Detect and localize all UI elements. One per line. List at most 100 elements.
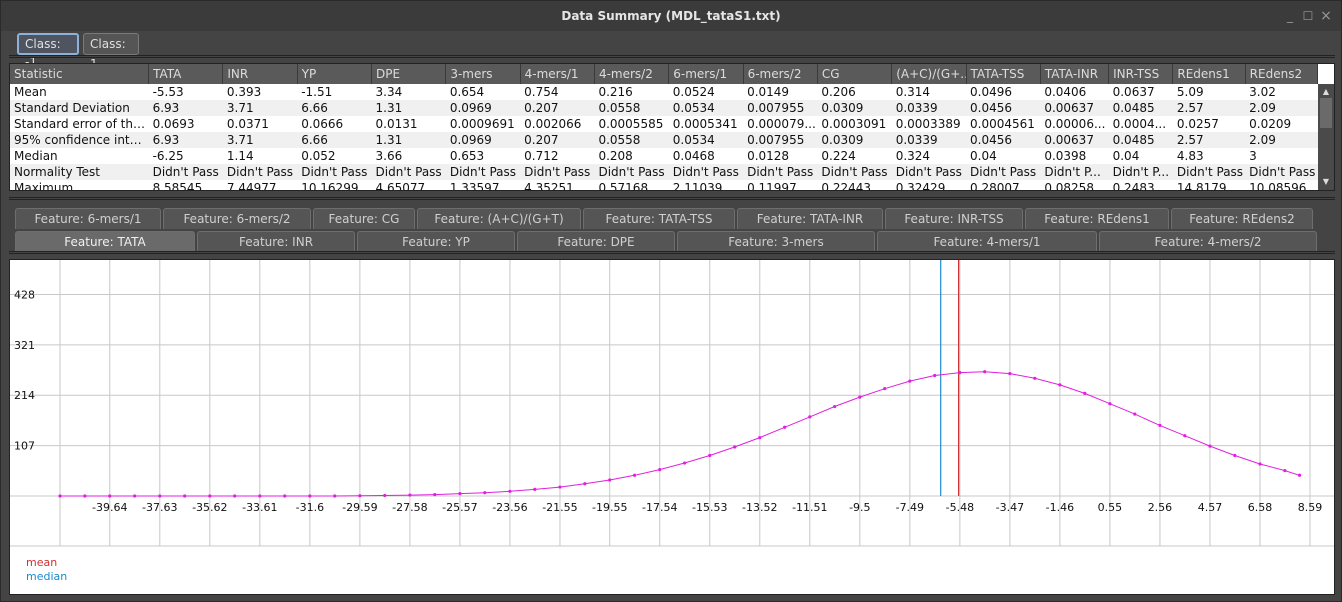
tab-feature-4-mers-2[interactable]: Feature: 4-mers/2: [1099, 231, 1317, 252]
curve-point: [758, 436, 762, 440]
y-tick-label: 321: [14, 339, 35, 352]
tab-feature-redens1[interactable]: Feature: REdens1: [1025, 208, 1169, 229]
curve-point: [383, 493, 387, 498]
x-tick-label: 8.59: [1298, 501, 1323, 514]
column-header[interactable]: (A+C)/(G+...: [891, 64, 967, 84]
table-row[interactable]: Maximum 8.58545 7.44977 10.16299 4.65077 1.33…: [10, 180, 1318, 191]
column-header[interactable]: CG: [817, 64, 893, 84]
curve-point: [1297, 473, 1302, 477]
value-cell: 0.000079...: [747, 117, 816, 131]
table-row[interactable]: Normality Test Didn't Pass Didn't Pass Didn…: [10, 164, 1318, 180]
value-cell: 0.393: [226, 85, 262, 99]
tab-feature-yp[interactable]: Feature: YP: [357, 231, 515, 252]
curve-point: [1233, 453, 1237, 458]
distribution-chart-panel: 107 214 321 428 -39.64 -37.63 -35.62 -33.61 -31.…: [9, 259, 1335, 595]
column-header[interactable]: REdens2: [1245, 64, 1319, 84]
value-cell: 3.71: [222, 132, 298, 148]
column-header[interactable]: 6-mers/2: [743, 64, 818, 84]
minimize-icon[interactable]: _: [1283, 9, 1297, 23]
tab-feature-6-mers-1[interactable]: Feature: 6-mers/1: [15, 208, 161, 229]
value-cell: 0.0969: [445, 100, 521, 116]
x-tick-label: -31.6: [296, 501, 324, 514]
x-tick-label: -1.46: [1046, 501, 1074, 514]
divider: [9, 251, 1335, 254]
value-cell: 0.712: [524, 149, 559, 163]
value-cell: 1.31: [371, 100, 446, 116]
table-row[interactable]: 95% confidence inter... 6.93 3.71 6.66 1.31 0…: [10, 132, 1318, 148]
column-header[interactable]: Statistic: [10, 64, 150, 84]
column-header[interactable]: TATA-TSS: [966, 64, 1041, 84]
curve-point: [783, 425, 787, 429]
tab-feature-tata-inr[interactable]: Feature: TATA-INR: [737, 208, 883, 229]
x-tick-label: -7.49: [896, 501, 924, 514]
tab-feature-6-mers-2[interactable]: Feature: 6-mers/2: [163, 208, 311, 229]
tab-feature-tata-tss[interactable]: Feature: TATA-TSS: [583, 208, 735, 229]
table-row[interactable]: Median -6.25 1.14 0.052 3.66 0.653 0.712 0.208 0…: [10, 148, 1318, 164]
table-scrollbar[interactable]: ▲ ▼: [1318, 84, 1334, 190]
curve-point: [108, 494, 112, 498]
x-tick-label: -35.62: [192, 501, 227, 514]
column-header[interactable]: REdens1: [1172, 64, 1246, 84]
divider: [9, 55, 1335, 58]
value-cell: Didn't Pass: [817, 164, 892, 180]
column-header[interactable]: DPE: [371, 64, 447, 84]
value-cell: 4.83: [1176, 149, 1204, 163]
value-cell: 3: [1249, 149, 1257, 163]
column-header[interactable]: INR: [222, 64, 298, 84]
curve-point: [358, 494, 362, 498]
column-header[interactable]: TATA: [148, 64, 224, 84]
x-tick-label: -3.47: [996, 501, 1024, 514]
maximize-icon[interactable]: ☐: [1301, 9, 1315, 23]
divider: [9, 197, 1335, 200]
value-cell: 0.0558: [594, 132, 669, 148]
scroll-up-icon[interactable]: ▲: [1318, 86, 1334, 98]
value-cell: 0.0456: [966, 100, 1041, 116]
scroll-down-icon[interactable]: ▼: [1318, 176, 1334, 188]
x-tick-label: 6.58: [1248, 501, 1273, 514]
value-cell: 0.2483: [1112, 181, 1155, 191]
table-row[interactable]: Standard error of the... 0.0693 0.0371 0.06…: [10, 116, 1318, 132]
curve-point: [1183, 434, 1187, 438]
tab-feature-inr[interactable]: Feature: INR: [197, 231, 355, 252]
tab-feature-cg[interactable]: Feature: CG: [313, 208, 415, 229]
tab-feature-dpe[interactable]: Feature: DPE: [517, 231, 675, 252]
value-cell: 0.0468: [672, 149, 715, 163]
value-cell: Didn't Pass: [520, 164, 595, 180]
value-cell: Didn't P...: [1108, 164, 1173, 180]
value-cell: 0.0456: [966, 132, 1041, 148]
column-header[interactable]: YP: [297, 64, 373, 84]
value-cell: 0.57168: [598, 181, 649, 191]
x-tick-label: -21.55: [542, 501, 577, 514]
y-tick-label: 428: [14, 288, 35, 301]
tab-class-minus1[interactable]: Class: -1: [17, 33, 79, 69]
close-icon[interactable]: ×: [1319, 9, 1333, 23]
table-row[interactable]: Standard Deviation 6.93 3.71 6.66 1.31 0.0969…: [10, 100, 1318, 116]
curve-point: [1058, 383, 1062, 387]
column-header[interactable]: 4-mers/2: [594, 64, 670, 84]
value-cell: 0.754: [524, 85, 559, 99]
value-cell: 0.0209: [1249, 117, 1292, 131]
column-header[interactable]: TATA-INR: [1040, 64, 1110, 84]
title-bar[interactable]: Data Summary (MDL_tataS1.txt) _ ☐ ×: [1, 1, 1341, 31]
tab-feature-3-mers[interactable]: Feature: 3-mers: [677, 231, 875, 252]
tab-feature-redens2[interactable]: Feature: REdens2: [1171, 208, 1313, 229]
tab-feature-inr-tss[interactable]: Feature: INR-TSS: [885, 208, 1023, 229]
column-header[interactable]: INR-TSS: [1108, 64, 1174, 84]
x-tick-label: 2.56: [1148, 501, 1173, 514]
x-tick-label: -39.64: [92, 501, 127, 514]
value-cell: 0.216: [598, 85, 633, 99]
tab-feature-4-mers-1[interactable]: Feature: 4-mers/1: [877, 231, 1097, 252]
table-row[interactable]: Mean -5.53 0.393 -1.51 3.34 0.654 0.754 0.216 0.…: [10, 84, 1318, 100]
curve-point: [983, 370, 987, 374]
tab-feature-a-c-g-t-[interactable]: Feature: (A+C)/(G+T): [417, 208, 581, 229]
column-header[interactable]: 3-mers: [445, 64, 521, 84]
tab-class-1[interactable]: Class: 1: [83, 33, 139, 71]
curve-point: [233, 494, 237, 498]
value-cell: 0.0005341: [672, 117, 738, 131]
value-cell: 0.08258: [1044, 181, 1094, 191]
scroll-thumb[interactable]: [1320, 98, 1332, 128]
column-header[interactable]: 4-mers/1: [520, 64, 595, 84]
column-header[interactable]: 6-mers/1: [668, 64, 744, 84]
value-cell: -5.53: [152, 85, 184, 99]
tab-feature-tata[interactable]: Feature: TATA: [15, 231, 195, 252]
